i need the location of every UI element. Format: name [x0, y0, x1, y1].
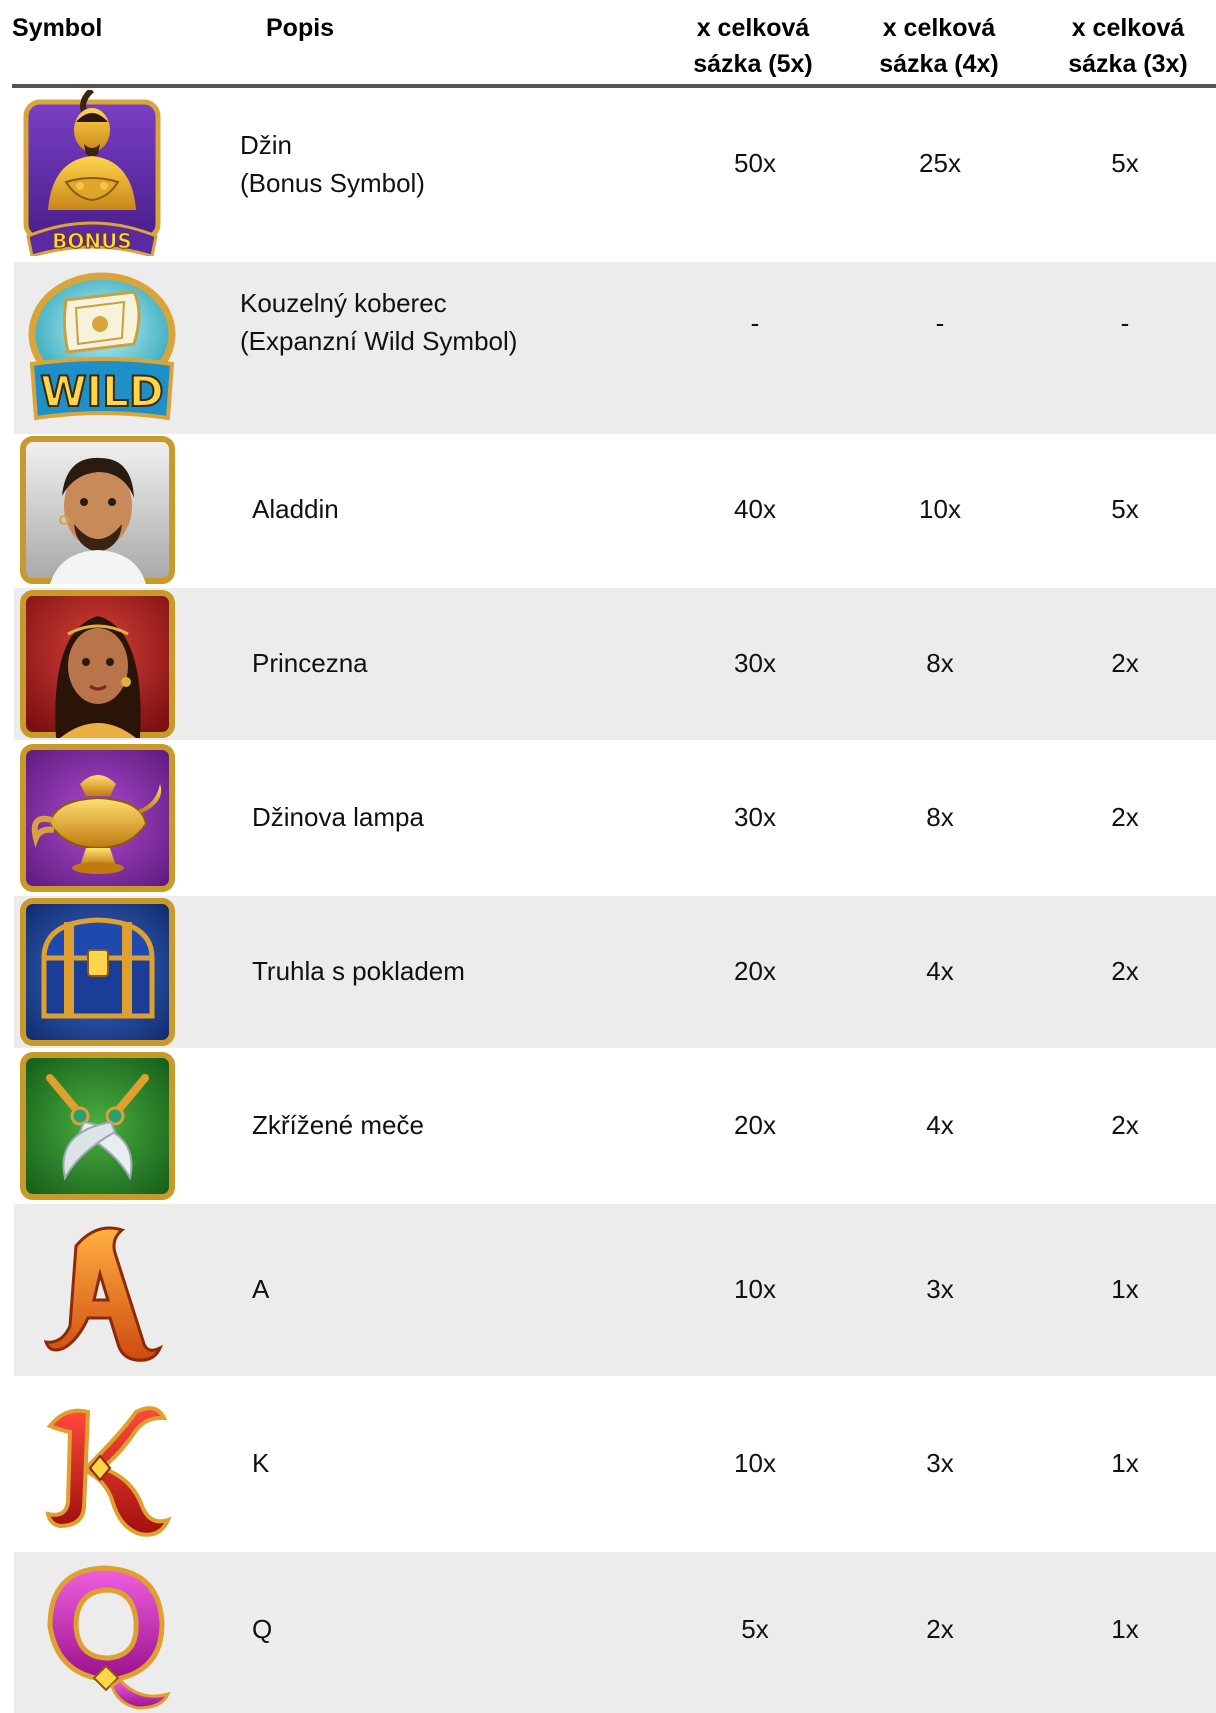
payout-4x: 4x — [926, 956, 954, 986]
header-symbol: Symbol — [12, 14, 103, 42]
payout-4x: 3x — [926, 1448, 954, 1478]
payout-5x: 10x — [734, 1448, 776, 1478]
payout-3x: 1x — [1111, 1448, 1139, 1478]
letter-q-icon — [40, 1562, 180, 1710]
payout-3x: 5x — [1111, 148, 1139, 178]
symbol-description: Kouzelný koberec (Expanzní Wild Symbol) — [240, 288, 518, 356]
header-col-5x: x celková sázka (5x) — [693, 14, 813, 78]
payout-4x: 8x — [926, 648, 954, 678]
symbol-description: K — [252, 1448, 270, 1478]
payout-4x: 10x — [919, 494, 961, 524]
table-row: Aladdin 40x 10x 5x — [0, 434, 1216, 586]
payout-5x: 20x — [734, 1110, 776, 1140]
letter-k-icon — [36, 1392, 176, 1540]
header-col-3x: x celková sázka (3x) — [1068, 14, 1188, 78]
letter-a-icon — [36, 1216, 176, 1364]
symbol-description: A — [252, 1274, 270, 1304]
payout-5x: - — [750, 308, 760, 338]
treasure-chest-icon — [20, 898, 175, 1046]
payout-3x: 2x — [1111, 802, 1139, 832]
payout-4x: 8x — [926, 802, 954, 832]
table-row: Truhla s pokladem 20x 4x 2x — [0, 896, 1216, 1048]
table-header: Symbol Popis x celková sázka (5x) x celk… — [0, 0, 1216, 80]
payout-4x: 4x — [926, 1110, 954, 1140]
symbol-description: Aladdin — [252, 494, 339, 524]
table-row: Zkřížené meče 20x 4x 2x — [0, 1050, 1216, 1202]
table-row: Princezna 30x 8x 2x — [0, 588, 1216, 740]
payout-4x: 3x — [926, 1274, 954, 1304]
payout-3x: - — [1120, 308, 1130, 338]
payout-5x: 10x — [734, 1274, 776, 1304]
payout-5x: 30x — [734, 648, 776, 678]
genie-lamp-icon — [20, 744, 175, 892]
table-row: BONUS Džin (Bonus Symbol) 50x 25x 5x — [0, 88, 1216, 260]
svg-text:WILD: WILD — [40, 367, 164, 416]
aladdin-icon — [20, 436, 175, 584]
symbol-description: Q — [252, 1614, 273, 1644]
table-row: Q 5x 2x 1x — [0, 1552, 1216, 1713]
symbol-description: Princezna — [252, 648, 368, 678]
symbol-description: Džin (Bonus Symbol) — [240, 130, 425, 198]
table-row: A 10x 3x 1x — [0, 1204, 1216, 1376]
genie-bonus-icon: BONUS — [22, 90, 162, 256]
payout-5x: 40x — [734, 494, 776, 524]
svg-text:BONUS: BONUS — [52, 229, 132, 253]
payout-3x: 2x — [1111, 956, 1139, 986]
payout-3x: 1x — [1111, 1274, 1139, 1304]
table-row: WILD Kouzelný koberec (Expanzní Wild Sym… — [0, 262, 1216, 434]
payout-4x: 2x — [926, 1614, 954, 1644]
payout-5x: 30x — [734, 802, 776, 832]
payout-3x: 5x — [1111, 494, 1139, 524]
payout-3x: 2x — [1111, 1110, 1139, 1140]
payout-3x: 1x — [1111, 1614, 1139, 1644]
magic-carpet-wild-icon: WILD — [22, 272, 182, 422]
payout-5x: 50x — [734, 148, 776, 178]
princess-icon — [20, 590, 175, 738]
symbol-description: Truhla s pokladem — [252, 956, 465, 986]
payout-4x: - — [935, 308, 945, 338]
table-row: K 10x 3x 1x — [0, 1378, 1216, 1550]
payout-4x: 25x — [919, 148, 961, 178]
header-col-4x: x celková sázka (4x) — [879, 14, 999, 78]
crossed-swords-icon — [20, 1052, 175, 1200]
payout-5x: 20x — [734, 956, 776, 986]
table-row: Džinova lampa 30x 8x 2x — [0, 742, 1216, 894]
header-popis: Popis — [266, 14, 335, 42]
symbol-description: Džinova lampa — [252, 802, 424, 832]
symbol-description: Zkřížené meče — [252, 1110, 424, 1140]
payout-3x: 2x — [1111, 648, 1139, 678]
payout-5x: 5x — [741, 1614, 769, 1644]
